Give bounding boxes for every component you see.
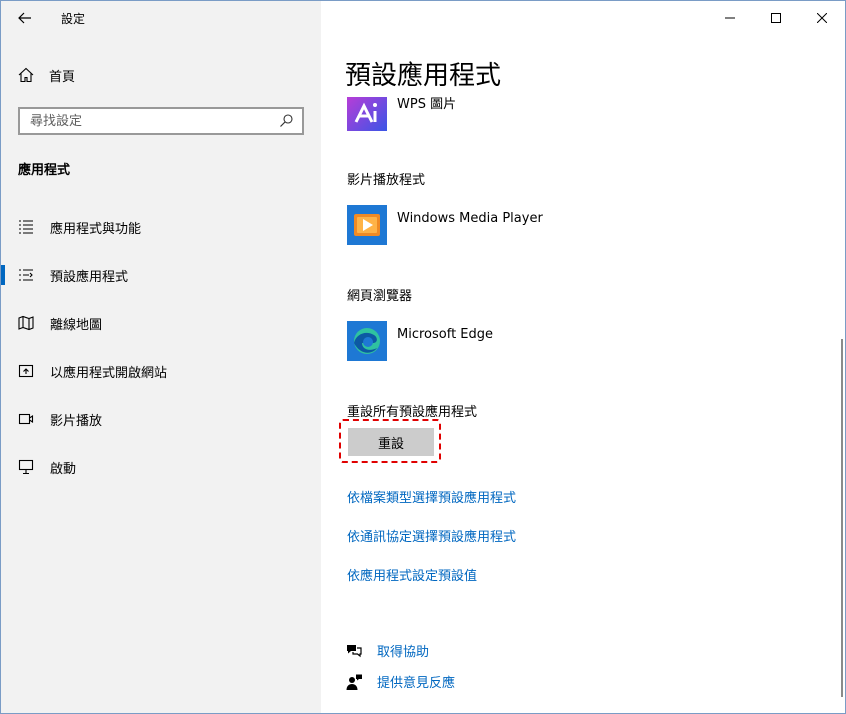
home-icon — [18, 67, 34, 83]
sidebar-item-startup[interactable]: 啟動 — [1, 447, 321, 487]
video-player-app-button[interactable]: Windows Media Player — [347, 205, 543, 245]
wps-photos-icon — [347, 97, 387, 131]
maximize-icon — [771, 13, 781, 23]
reset-button[interactable]: 重設 — [348, 428, 434, 456]
web-browser-category: 網頁瀏覽器 — [347, 289, 413, 304]
maximize-button[interactable] — [753, 1, 799, 35]
sidebar-item-open-websites[interactable]: 以應用程式開啟網站 — [1, 351, 321, 391]
link-by-protocol[interactable]: 依通訊協定選擇預設應用程式 — [347, 526, 516, 545]
reset-label: 重設所有預設應用程式 — [347, 405, 478, 420]
close-icon — [817, 13, 827, 23]
open-website-icon — [18, 364, 34, 378]
window-title: 設定 — [61, 11, 86, 26]
get-help-link[interactable]: 取得協助 — [345, 641, 429, 660]
sidebar-item-label: 應用程式與功能 — [50, 221, 142, 237]
minimize-icon — [725, 17, 735, 19]
sidebar-item-label: 離線地圖 — [50, 317, 103, 333]
video-icon — [18, 413, 34, 425]
sidebar-item-label: 預設應用程式 — [50, 269, 129, 285]
video-player-category: 影片播放程式 — [347, 173, 426, 188]
close-button[interactable] — [799, 1, 845, 35]
startup-icon — [18, 459, 34, 475]
feedback-link[interactable]: 提供意見反應 — [345, 672, 455, 691]
reset-highlight: 重設 — [339, 419, 441, 463]
web-browser-app-name: Microsoft Edge — [397, 327, 494, 342]
sidebar-item-default-apps[interactable]: 預設應用程式 — [1, 255, 321, 295]
partial-app-row[interactable]: WPS 圖片 — [347, 97, 767, 133]
window-controls — [707, 1, 845, 35]
sidebar-item-offline-maps[interactable]: 離線地圖 — [1, 303, 321, 343]
apps-list-icon — [19, 220, 33, 234]
get-help-label: 取得協助 — [377, 645, 430, 660]
page-title: 預設應用程式 — [345, 61, 502, 91]
sidebar-item-video-playback[interactable]: 影片播放 — [1, 399, 321, 439]
web-browser-app-button[interactable]: Microsoft Edge — [347, 321, 493, 361]
search-icon[interactable] — [278, 113, 294, 129]
scrollbar[interactable] — [841, 339, 843, 697]
sidebar: 設定 首頁 應用程式 應用程式與功能 預設應用程式 — [1, 1, 321, 713]
minimize-button[interactable] — [707, 1, 753, 35]
help-chat-icon — [347, 644, 362, 657]
sidebar-item-label: 以應用程式開啟網站 — [50, 365, 168, 381]
nav-home-label: 首頁 — [49, 69, 76, 85]
section-title: 應用程式 — [18, 163, 71, 178]
feedback-label: 提供意見反應 — [377, 676, 456, 691]
link-by-app[interactable]: 依應用程式設定預設值 — [347, 565, 477, 584]
feedback-person-icon — [346, 674, 362, 690]
sidebar-item-apps-features[interactable]: 應用程式與功能 — [1, 207, 321, 247]
map-icon — [18, 315, 34, 331]
search-box[interactable] — [18, 107, 304, 135]
search-input[interactable] — [20, 112, 278, 130]
settings-window: 設定 首頁 應用程式 應用程式與功能 預設應用程式 — [0, 0, 846, 714]
default-apps-icon — [19, 269, 33, 281]
sidebar-item-label: 啟動 — [50, 461, 77, 477]
windows-media-player-icon — [347, 205, 387, 245]
link-by-file-type[interactable]: 依檔案類型選擇預設應用程式 — [347, 487, 516, 506]
microsoft-edge-icon — [347, 321, 387, 361]
video-player-app-name: Windows Media Player — [397, 211, 543, 226]
back-button[interactable] — [1, 1, 49, 35]
nav-home[interactable]: 首頁 — [1, 59, 321, 91]
back-arrow-icon — [18, 12, 31, 24]
wps-app-name: WPS 圖片 — [397, 97, 457, 112]
main-content: 預設應用程式 WPS 圖片 影片播放程式 Windows Media Playe… — [321, 1, 845, 713]
sidebar-item-label: 影片播放 — [50, 413, 103, 429]
title-bar: 設定 — [1, 1, 321, 35]
